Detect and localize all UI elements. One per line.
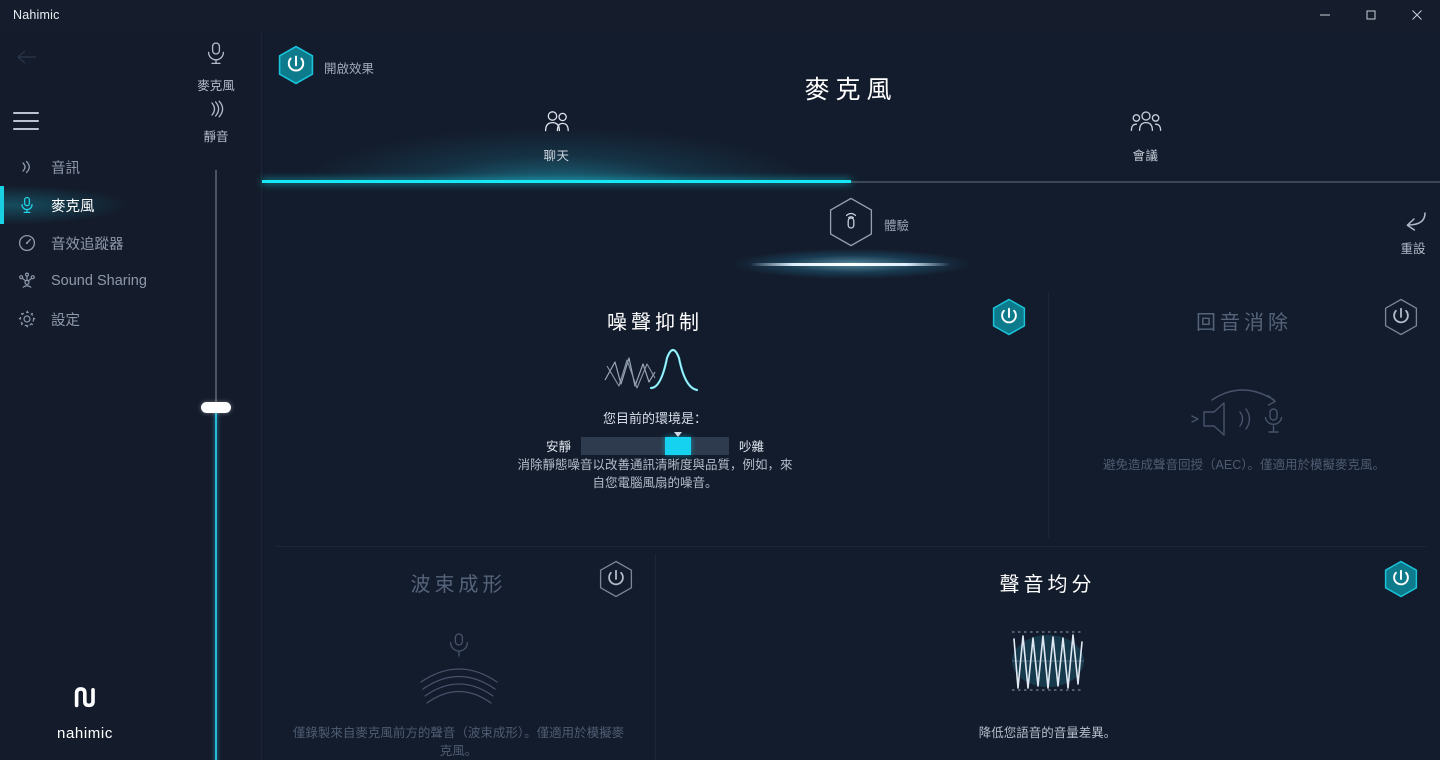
mic-beam-icon bbox=[262, 630, 655, 708]
mode-tabs: 聊天 會議 bbox=[262, 92, 1440, 183]
panel-title: 聲音均分 bbox=[999, 574, 1096, 596]
volume-slider-fill bbox=[215, 408, 217, 760]
main-content: 開啟效果 麥克風 聊天 會議 體驗 重設 噪聲抑制 您目前的環境是： 安靜 吵雜… bbox=[262, 30, 1440, 760]
sidebar-item-sound-sharing[interactable]: Sound Sharing bbox=[0, 262, 170, 300]
panel-title: 波束成形 bbox=[410, 574, 507, 596]
panel-noise-suppression: 噪聲抑制 您目前的環境是： 安靜 吵雜 消除靜態噪音以改善通訊清晰度與品質，例如… bbox=[262, 284, 1048, 546]
app-title: Nahimic bbox=[13, 8, 60, 22]
close-button[interactable] bbox=[1394, 0, 1440, 30]
environment-caption: 您目前的環境是： bbox=[602, 411, 707, 426]
sidebar-item-label: 設定 bbox=[51, 312, 80, 329]
experience-row: 體驗 重設 bbox=[262, 183, 1440, 287]
panel-beamforming: 波束成形 僅錄製來自麥克風前方的聲音（波束成形）。僅適用於模擬麥克風。 bbox=[262, 546, 655, 760]
meter-min-label: 安靜 bbox=[545, 440, 571, 454]
sidebar-item-label: 音訊 bbox=[51, 160, 80, 177]
sound-sharing-icon bbox=[14, 268, 40, 294]
mute-label: 靜音 bbox=[203, 130, 229, 144]
panel-echo-cancellation: 回音消除 避免造成聲音回授（AEC）。僅適用於模擬麥克風。 bbox=[1048, 284, 1440, 546]
volume-slider-thumb[interactable] bbox=[201, 402, 231, 413]
tab-conference[interactable]: 會議 bbox=[851, 92, 1440, 181]
panel-description: 僅錄製來自麥克風前方的聲音（波束成形）。僅適用於模擬麥克風。 bbox=[292, 726, 625, 758]
device-volume-column: 麥克風 靜音 bbox=[170, 30, 262, 760]
echo-cancellation-toggle[interactable] bbox=[1384, 298, 1418, 341]
panel-description: 降低您語音的音量差異。 bbox=[978, 726, 1117, 740]
reset-button[interactable]: 重設 bbox=[1398, 210, 1428, 257]
sidebar-item-label: 音效追蹤器 bbox=[51, 236, 124, 253]
noise-suppression-toggle[interactable] bbox=[992, 298, 1026, 341]
experience-label: 體驗 bbox=[884, 219, 910, 233]
two-people-icon bbox=[541, 109, 573, 140]
hamburger-icon[interactable] bbox=[13, 112, 41, 130]
meter-track bbox=[581, 431, 729, 455]
panel-title: 回音消除 bbox=[1196, 312, 1292, 334]
window-controls bbox=[1302, 0, 1440, 30]
sidebar-item-sound-tracker[interactable]: 音效追蹤器 bbox=[0, 224, 170, 262]
panel-description: 避免造成聲音回授（AEC）。僅適用於模擬麥克風。 bbox=[1103, 458, 1385, 472]
reset-label: 重設 bbox=[1400, 242, 1426, 256]
sidebar-item-audio[interactable]: 音訊 bbox=[0, 148, 170, 186]
panel-voice-leveler: 聲音均分 降低您語音的音量差異。 bbox=[655, 546, 1440, 760]
sidebar-item-label: 麥克風 bbox=[51, 198, 95, 215]
sidebar-item-microphone[interactable]: 麥克風 bbox=[0, 186, 170, 224]
undo-arrow-icon bbox=[1398, 210, 1428, 237]
three-people-icon bbox=[1129, 109, 1163, 140]
active-device[interactable]: 麥克風 bbox=[170, 40, 262, 94]
nahimic-window: Nahimic 音訊 麥克風 音效追蹤器 Sound Sharing 設定 na… bbox=[0, 0, 1440, 760]
sound-tracker-icon bbox=[14, 230, 40, 256]
minimize-button[interactable] bbox=[1302, 0, 1348, 30]
tab-label: 會議 bbox=[1132, 149, 1159, 163]
gear-icon bbox=[14, 306, 40, 332]
meter-max-label: 吵雜 bbox=[739, 440, 765, 454]
audio-waves-icon bbox=[14, 154, 40, 180]
noise-waveform-icon bbox=[262, 338, 1048, 400]
feature-grid: 噪聲抑制 您目前的環境是： 安靜 吵雜 消除靜態噪音以改善通訊清晰度與品質，例如… bbox=[262, 284, 1440, 760]
sidebar-item-settings[interactable]: 設定 bbox=[0, 300, 170, 338]
panel-description: 消除靜態噪音以改善通訊清晰度與品質，例如，來自您電腦風扇的噪音。 bbox=[517, 458, 793, 490]
title-bar: Nahimic bbox=[0, 0, 1440, 30]
speaker-to-mic-icon bbox=[1048, 382, 1440, 444]
maximize-button[interactable] bbox=[1348, 0, 1394, 30]
microphone-icon bbox=[14, 192, 40, 218]
microphone-icon bbox=[203, 40, 229, 73]
experience-underline bbox=[750, 263, 950, 266]
volume-slider[interactable] bbox=[170, 170, 262, 760]
meter-indicator bbox=[665, 436, 692, 455]
tab-label: 聊天 bbox=[543, 149, 570, 163]
sidebar-item-label: Sound Sharing bbox=[51, 273, 147, 289]
nahimic-logo: nahimic bbox=[0, 682, 170, 742]
sidebar: 音訊 麥克風 音效追蹤器 Sound Sharing 設定 nahimic bbox=[0, 30, 170, 760]
nahimic-wordmark: nahimic bbox=[57, 725, 113, 742]
sidebar-nav: 音訊 麥克風 音效追蹤器 Sound Sharing 設定 bbox=[0, 148, 170, 338]
panel-title: 噪聲抑制 bbox=[607, 312, 703, 334]
voice-leveler-toggle[interactable] bbox=[1384, 560, 1418, 603]
environment-meter: 安靜 吵雜 bbox=[262, 431, 1048, 455]
meter-caret bbox=[674, 431, 683, 437]
zigzag-waveform-icon bbox=[655, 622, 1440, 700]
mute-button[interactable]: 靜音 bbox=[170, 98, 262, 145]
tab-chat[interactable]: 聊天 bbox=[262, 92, 851, 181]
nahimic-mark-icon bbox=[68, 682, 102, 721]
back-arrow-icon[interactable] bbox=[12, 42, 42, 72]
sound-waves-icon bbox=[204, 98, 228, 125]
beamforming-toggle[interactable] bbox=[599, 560, 633, 603]
device-label: 麥克風 bbox=[197, 79, 235, 93]
environment-meter-block: 您目前的環境是： 安靜 吵雜 bbox=[262, 408, 1048, 455]
